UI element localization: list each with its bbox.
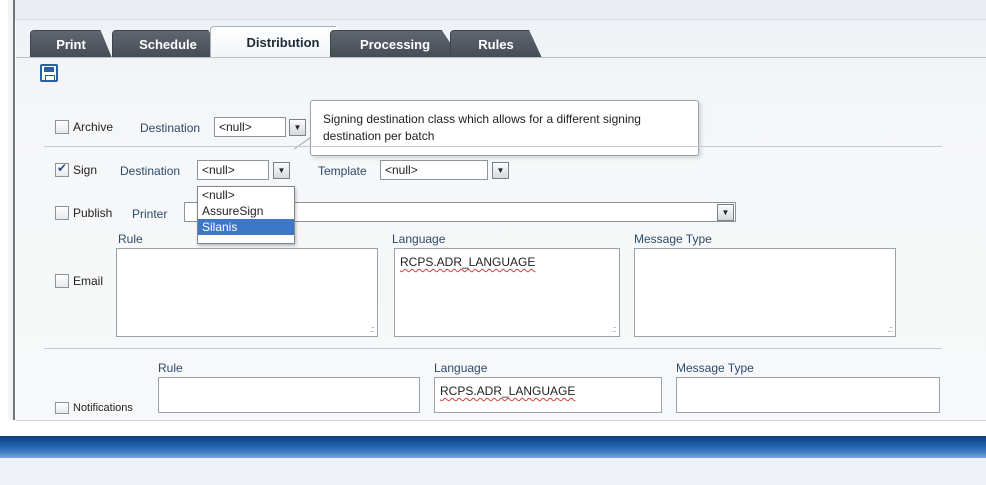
left-splitter[interactable] — [8, 0, 15, 420]
tab-label: Print — [56, 37, 86, 52]
archive-destination-label: Destination — [140, 121, 201, 135]
tab-label: Distribution — [246, 35, 320, 50]
sign-template-label: Template — [318, 164, 367, 178]
footer — [0, 458, 986, 485]
email-language-value: RCPS.ADR_LANGUAGE — [400, 255, 536, 269]
tab-label: Schedule — [139, 37, 197, 52]
sign-template-dropdown-icon[interactable]: ▼ — [492, 162, 509, 179]
sign-destination-label: Destination — [120, 164, 181, 178]
tab-label: Processing — [359, 37, 431, 52]
publish-printer-dropdown-icon[interactable]: ▼ — [717, 204, 734, 221]
publish-checkbox[interactable] — [55, 206, 69, 220]
email-checkbox[interactable] — [55, 274, 69, 288]
notifications-rule-label: Rule — [158, 361, 183, 375]
publish-label: Publish — [73, 206, 113, 220]
section-divider — [44, 348, 942, 349]
email-language-textarea[interactable]: RCPS.ADR_LANGUAGE.:: — [394, 248, 620, 337]
publish-printer-label: Printer — [132, 207, 168, 221]
tab-strip: Print Schedule Distribution Processing R… — [16, 24, 986, 58]
sign-template-value: <null> — [385, 163, 418, 177]
destination-tooltip: Signing destination class which allows f… — [310, 100, 699, 156]
archive-label: Archive — [73, 120, 114, 134]
section-divider — [44, 146, 942, 147]
notifications-checkbox[interactable] — [55, 402, 69, 414]
tooltip-text: Signing destination class which allows f… — [323, 112, 641, 143]
resize-grip-icon[interactable]: .:: — [369, 324, 374, 334]
sign-destination-select[interactable]: <null> — [197, 160, 269, 180]
dropdown-option[interactable]: <null> — [198, 187, 294, 203]
panel-bottom-edge — [16, 420, 986, 436]
status-band — [0, 436, 986, 458]
sign-checkbox[interactable] — [55, 161, 69, 177]
window-top-frame — [14, 0, 986, 20]
email-language-label: Language — [392, 232, 446, 246]
resize-grip-icon[interactable]: .:: — [611, 324, 616, 334]
save-icon[interactable] — [40, 64, 58, 82]
email-rule-textarea[interactable]: .:: — [116, 248, 378, 337]
resize-grip-icon[interactable]: .:: — [887, 324, 892, 334]
tab-rules[interactable]: Rules — [450, 30, 542, 58]
notifications-language-label: Language — [434, 361, 488, 375]
sign-destination-value: <null> — [202, 163, 235, 177]
archive-destination-select[interactable]: <null> — [214, 117, 286, 137]
sign-destination-dropdown-icon[interactable]: ▼ — [273, 162, 290, 179]
tab-processing[interactable]: Processing — [330, 30, 460, 58]
notifications-language-textarea[interactable]: RCPS.ADR_LANGUAGE — [434, 377, 662, 413]
sign-label: Sign — [73, 163, 98, 177]
notifications-rule-textarea[interactable] — [158, 377, 420, 413]
tab-print[interactable]: Print — [30, 30, 112, 58]
email-message-type-label: Message Type — [634, 232, 712, 246]
tab-strip-underline — [16, 57, 986, 58]
email-label: Email — [73, 274, 104, 288]
sign-template-select[interactable]: <null> — [380, 160, 488, 180]
notifications-label: Notifications — [73, 402, 133, 412]
notifications-message-type-label: Message Type — [676, 361, 754, 375]
dropdown-option[interactable]: AssureSign — [198, 203, 294, 219]
email-message-type-textarea[interactable]: .:: — [634, 248, 896, 337]
notifications-language-value: RCPS.ADR_LANGUAGE — [440, 384, 576, 398]
sign-destination-options: <null> AssureSign Silanis — [197, 186, 295, 244]
email-rule-label: Rule — [118, 232, 143, 246]
archive-destination-value: <null> — [219, 120, 252, 134]
tab-schedule[interactable]: Schedule — [112, 30, 224, 58]
tab-label: Rules — [478, 37, 514, 52]
notifications-message-type-textarea[interactable] — [676, 377, 940, 413]
dropdown-option-highlighted[interactable]: Silanis — [198, 219, 294, 235]
archive-destination-dropdown-icon[interactable]: ▼ — [289, 119, 306, 136]
archive-checkbox[interactable] — [55, 120, 69, 134]
